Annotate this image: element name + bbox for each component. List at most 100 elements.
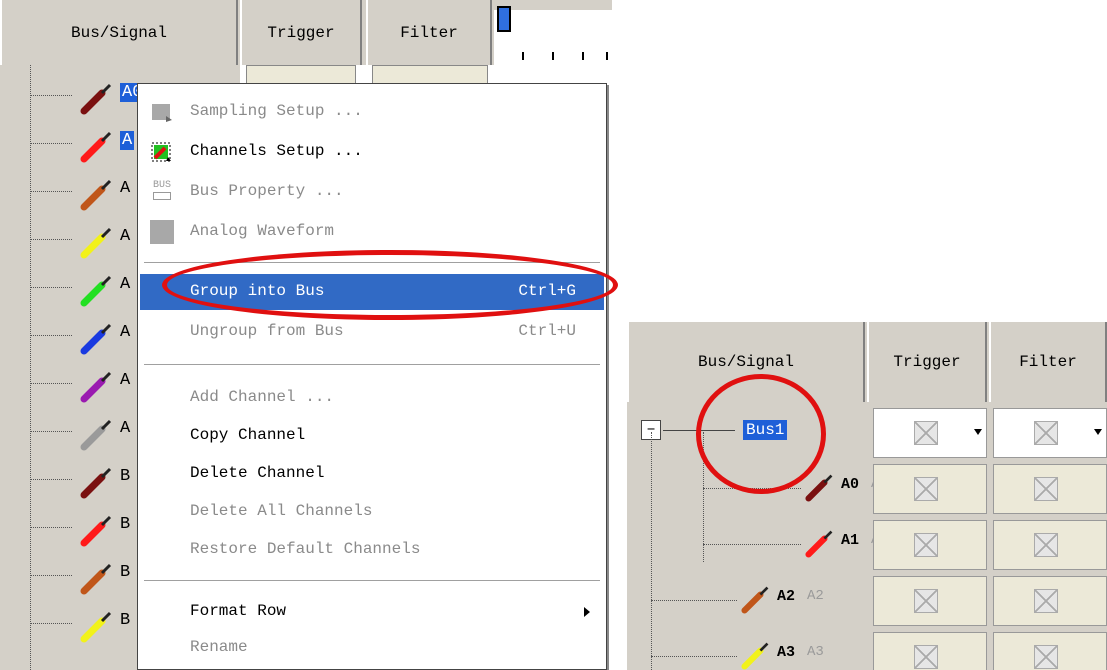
menu-item-label: Bus Property ... <box>190 182 344 200</box>
dropdown-arrow-icon[interactable] <box>1094 429 1102 435</box>
filter-cell[interactable] <box>993 464 1107 514</box>
signal-label[interactable]: B <box>120 515 130 534</box>
filter-cell[interactable] <box>993 576 1107 626</box>
probe-icon <box>80 371 112 403</box>
signal-label[interactable]: A3 <box>777 644 795 661</box>
filter-none-icon <box>1034 589 1058 613</box>
signal-label[interactable]: A1 <box>841 532 859 549</box>
signal-label[interactable]: A <box>120 323 130 342</box>
probe-icon <box>80 419 112 451</box>
menu-item-label: Add Channel ... <box>190 388 335 406</box>
filter-none-icon <box>1034 645 1058 669</box>
trigger-none-icon <box>914 421 938 445</box>
signal-label[interactable]: A0 <box>841 476 859 493</box>
trigger-header-label: Trigger <box>893 353 961 371</box>
probe-icon <box>805 530 833 558</box>
menu-item-delete-all-channels[interactable]: Delete All Channels <box>140 494 604 530</box>
tree-line <box>30 191 72 192</box>
trigger-cell[interactable] <box>873 576 987 626</box>
trigger-none-icon <box>914 645 938 669</box>
probe-icon <box>80 323 112 355</box>
bus-property-icon: BUS <box>150 180 174 204</box>
tree-line <box>30 287 72 288</box>
menu-item-bus-property[interactable]: BUS Bus Property ... <box>140 174 604 210</box>
probe-icon <box>80 227 112 259</box>
menu-item-label: Channels Setup ... <box>190 142 363 160</box>
tree-line <box>651 656 737 657</box>
menu-separator <box>144 580 600 582</box>
trigger-select[interactable] <box>873 408 987 458</box>
tree-line <box>651 600 737 601</box>
signal-label[interactable]: B <box>120 467 130 486</box>
trigger-none-icon <box>914 589 938 613</box>
time-cursor-marker[interactable] <box>497 6 511 32</box>
tree-line <box>30 431 72 432</box>
bus-signal-column-header[interactable]: Bus/Signal <box>0 0 238 65</box>
dropdown-arrow-icon[interactable] <box>974 429 982 435</box>
probe-icon <box>80 467 112 499</box>
menu-item-label: Restore Default Channels <box>190 540 421 558</box>
ruler-tick <box>552 52 554 60</box>
signal-label[interactable]: B <box>120 563 130 582</box>
signal-label[interactable]: B <box>120 611 130 630</box>
filter-select[interactable] <box>993 408 1107 458</box>
menu-item-analog-waveform[interactable]: Analog Waveform <box>140 214 604 250</box>
analog-waveform-icon <box>150 220 174 244</box>
trigger-cell[interactable] <box>873 464 987 514</box>
ruler-tick <box>582 52 584 60</box>
filter-none-icon <box>1034 533 1058 557</box>
trigger-column-header[interactable]: Trigger <box>240 0 362 65</box>
sampling-icon <box>152 104 172 122</box>
filter-column-header[interactable]: Filter <box>989 322 1107 402</box>
tree-line <box>30 623 72 624</box>
ruler-tick <box>522 52 524 60</box>
trigger-none-icon <box>914 533 938 557</box>
menu-item-channels-setup[interactable]: Channels Setup ... <box>140 134 604 170</box>
trigger-column-header[interactable]: Trigger <box>867 322 987 402</box>
signal-row[interactable]: A2 A2 <box>627 574 867 630</box>
signal-label[interactable]: A <box>120 419 130 438</box>
probe-icon <box>80 563 112 595</box>
menu-item-label: Copy Channel <box>190 426 306 444</box>
probe-icon <box>805 474 833 502</box>
signal-row[interactable]: A1A1 <box>627 518 888 574</box>
ruler-tick <box>606 52 608 60</box>
tree-line <box>30 239 72 240</box>
menu-item-restore-default-channels[interactable]: Restore Default Channels <box>140 532 604 568</box>
menu-item-rename[interactable]: Rename <box>140 630 604 666</box>
menu-item-sampling-setup[interactable]: Sampling Setup ... <box>140 94 604 130</box>
bus-signal-header-label: Bus/Signal <box>70 23 167 42</box>
probe-icon <box>80 611 112 643</box>
column-header-row: Bus/Signal Trigger Filter <box>0 0 612 65</box>
signal-label[interactable]: A <box>120 275 130 294</box>
probe-icon <box>80 131 112 163</box>
menu-item-copy-channel[interactable]: Copy Channel <box>140 418 604 454</box>
bus-icon-text: BUS <box>152 180 171 191</box>
signal-label[interactable]: A <box>120 371 130 390</box>
menu-item-add-channel[interactable]: Add Channel ... <box>140 380 604 416</box>
menu-item-delete-channel[interactable]: Delete Channel <box>140 456 604 492</box>
channels-icon <box>151 142 171 162</box>
filter-cell[interactable] <box>993 632 1107 670</box>
trigger-cell[interactable] <box>873 632 987 670</box>
probe-icon <box>80 515 112 547</box>
menu-item-format-row[interactable]: Format Row <box>140 594 604 630</box>
trigger-cell[interactable] <box>873 520 987 570</box>
menu-item-label: Delete Channel <box>190 464 325 482</box>
filter-header-label: Filter <box>400 23 458 42</box>
bus-signal-header-label: Bus/Signal <box>697 353 794 371</box>
filter-column-header[interactable]: Filter <box>366 0 492 65</box>
menu-item-label: Format Row <box>190 602 287 620</box>
context-menu: Sampling Setup ... Channels Setup ... BU… <box>137 83 607 670</box>
filter-cell[interactable] <box>993 520 1107 570</box>
signal-label[interactable]: A2 <box>777 588 795 605</box>
signal-row[interactable]: A3 A3 <box>627 630 867 670</box>
tree-line <box>30 95 72 96</box>
signal-label[interactable]: A <box>120 179 130 198</box>
right-panel: Bus/Signal Trigger Filter – Bus1 A0A0A1A… <box>627 322 1107 670</box>
menu-item-label: Ungroup from Bus <box>190 322 344 340</box>
signal-label[interactable]: A <box>120 227 130 246</box>
menu-item-label: Delete All Channels <box>190 502 373 520</box>
signal-label[interactable]: A <box>120 131 135 150</box>
menu-item-label: Sampling Setup ... <box>190 102 363 120</box>
